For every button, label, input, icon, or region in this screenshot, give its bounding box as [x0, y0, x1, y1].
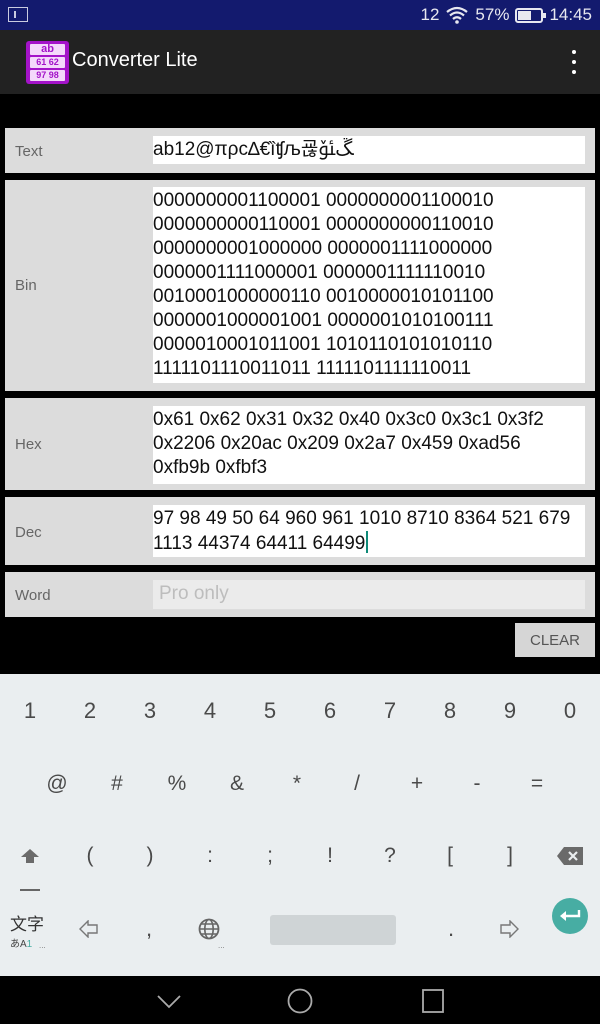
- navigation-bar: [0, 976, 600, 1024]
- app-logo-line: ab: [30, 44, 65, 55]
- back-icon[interactable]: [156, 988, 182, 1014]
- key[interactable]: 8: [430, 681, 470, 741]
- key[interactable]: /: [337, 754, 377, 814]
- period-key[interactable]: .: [436, 899, 466, 959]
- key[interactable]: 2: [70, 681, 110, 741]
- text-input[interactable]: ab12@πρϲ∆€ȉʧљ굖ﮛﯳ: [153, 136, 585, 164]
- clock: 14:45: [549, 5, 592, 24]
- input-mode-accent: 1: [26, 939, 33, 950]
- key[interactable]: (: [70, 826, 110, 886]
- key[interactable]: 7: [370, 681, 410, 741]
- arrow-right-icon: [500, 920, 519, 938]
- wifi-icon: [446, 6, 469, 24]
- dec-input[interactable]: 97 98 49 50 64 960 961 1010 8710 8364 52…: [153, 505, 585, 557]
- soft-keyboard: 1234567890 @ #% & * / + - = ():;!?[] 文字 あA1 ...…: [0, 674, 600, 976]
- app-logo-icon: ab 61 62 97 98: [26, 41, 69, 84]
- key[interactable]: ?: [370, 826, 410, 886]
- app-bar: ab 61 62 97 98 Converter Lite: [0, 30, 600, 94]
- text-cursor: [366, 531, 369, 553]
- text-label: Text: [15, 143, 43, 160]
- enter-key[interactable]: [552, 898, 588, 934]
- input-mode-main: 文字: [10, 915, 44, 934]
- key[interactable]: 3: [130, 681, 170, 741]
- shift-key[interactable]: [10, 826, 50, 886]
- bin-input[interactable]: 0000000001100001 0000000001100010 000000…: [153, 187, 585, 383]
- app-logo-line: 61 62: [30, 57, 65, 68]
- home-icon[interactable]: [287, 988, 313, 1014]
- input-mode-key[interactable]: 文字 あA1: [10, 910, 52, 952]
- key[interactable]: &: [217, 754, 257, 814]
- key[interactable]: !: [310, 826, 350, 886]
- key[interactable]: :: [190, 826, 230, 886]
- key[interactable]: 0: [550, 681, 590, 741]
- app-title: Converter Lite: [72, 49, 198, 71]
- word-input: Pro only: [153, 580, 585, 609]
- hex-label: Hex: [15, 436, 42, 453]
- hex-input[interactable]: 0x61 0x62 0x31 0x32 0x40 0x3c0 0x3c1 0x3…: [153, 406, 585, 484]
- language-key[interactable]: [193, 899, 225, 959]
- shift-icon: [21, 849, 39, 863]
- key[interactable]: ): [130, 826, 170, 886]
- backspace-icon: [557, 847, 583, 865]
- key[interactable]: [: [430, 826, 470, 886]
- overflow-menu-icon[interactable]: [570, 50, 578, 74]
- key[interactable]: 5: [250, 681, 290, 741]
- text-row: Text ab12@πρϲ∆€ȉʧљ굖ﮛﯳ: [5, 128, 595, 173]
- status-bar: 12 57% 14:45: [0, 0, 600, 30]
- signal-text: 12: [420, 5, 440, 24]
- enter-icon: [560, 910, 581, 921]
- app-logo-line: 97 98: [30, 70, 65, 81]
- battery-percent: 57%: [475, 5, 510, 24]
- key[interactable]: 4: [190, 681, 230, 741]
- key[interactable]: #: [97, 754, 137, 814]
- battery-level: [518, 10, 532, 20]
- dec-label: Dec: [15, 524, 42, 541]
- key[interactable]: %: [157, 754, 197, 814]
- key[interactable]: ;: [250, 826, 290, 886]
- space-key[interactable]: [270, 915, 396, 945]
- dec-value: 97 98 49 50 64 960 961 1010 8710 8364 52…: [153, 508, 576, 554]
- key[interactable]: @: [37, 754, 77, 814]
- key[interactable]: +: [397, 754, 437, 814]
- bin-label: Bin: [15, 277, 37, 294]
- backspace-key[interactable]: [550, 826, 590, 886]
- comma-key[interactable]: ,: [134, 899, 164, 959]
- recents-icon[interactable]: [420, 988, 446, 1014]
- more-dots: ...: [218, 941, 225, 950]
- key[interactable]: 9: [490, 681, 530, 741]
- cursor-left-key[interactable]: [74, 899, 104, 959]
- globe-icon: [198, 918, 220, 940]
- keyboard-divider: [20, 889, 40, 891]
- more-dots: ...: [39, 941, 46, 950]
- word-label: Word: [15, 587, 51, 604]
- keyboard-row-numbers: 1234567890: [0, 681, 600, 741]
- keyboard-row-bottom: 文字 あA1 ... , ... .: [0, 898, 600, 954]
- keyboard-row-symbols: @ #% & * / + - =: [0, 754, 600, 814]
- keyboard-row-punctuation: ():;!? []: [0, 826, 600, 886]
- key[interactable]: =: [517, 754, 557, 814]
- dec-row: Dec 97 98 49 50 64 960 961 1010 8710 836…: [5, 497, 595, 565]
- clear-button[interactable]: CLEAR: [515, 623, 595, 657]
- key[interactable]: ]: [490, 826, 530, 886]
- key[interactable]: *: [277, 754, 317, 814]
- input-mode-sub: あA: [10, 939, 27, 950]
- bin-row: Bin 0000000001100001 0000000001100010 00…: [5, 180, 595, 391]
- word-row: Word Pro only: [5, 572, 595, 617]
- battery-icon: [515, 7, 547, 23]
- hex-row: Hex 0x61 0x62 0x31 0x32 0x40 0x3c0 0x3c1…: [5, 398, 595, 490]
- arrow-left-icon: [79, 920, 98, 938]
- notification-icon: [8, 7, 28, 22]
- key[interactable]: -: [457, 754, 497, 814]
- key[interactable]: 6: [310, 681, 350, 741]
- key[interactable]: 1: [10, 681, 50, 741]
- cursor-right-key[interactable]: [494, 899, 524, 959]
